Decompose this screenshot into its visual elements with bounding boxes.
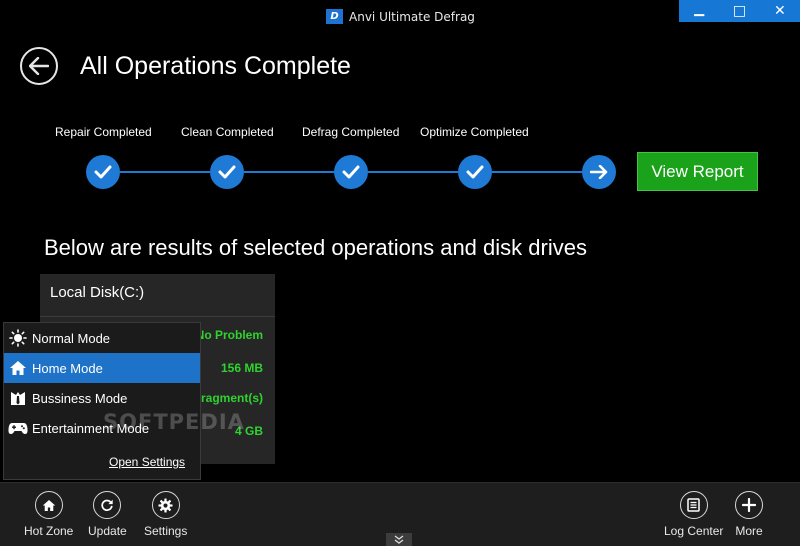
- step-label-clean: Clean Completed: [181, 125, 274, 139]
- settings-label: Settings: [144, 524, 188, 538]
- step-connector: [244, 171, 334, 173]
- step-connector: [492, 171, 582, 173]
- check-icon: [342, 165, 360, 179]
- home-icon: [34, 491, 63, 519]
- menu-item-label: Normal Mode: [32, 330, 111, 346]
- app-title: D Anvi Ultimate Defrag: [326, 9, 475, 24]
- divider: [40, 316, 275, 317]
- disk-result-value: fragment(s): [196, 391, 263, 405]
- log-icon: [679, 491, 708, 519]
- settings-button[interactable]: Settings: [144, 491, 187, 538]
- open-settings-link[interactable]: Open Settings: [109, 455, 185, 469]
- step-connector: [368, 171, 458, 173]
- refresh-icon: [93, 491, 122, 519]
- disk-result-value: 156 MB: [220, 361, 263, 375]
- hot-zone-button[interactable]: Hot Zone: [24, 491, 73, 538]
- log-center-label: Log Center: [664, 524, 724, 538]
- maximize-button[interactable]: □: [719, 0, 759, 22]
- mode-menu: Normal Mode Home Mode Bussiness Mode Ent…: [3, 322, 201, 480]
- disk-name: Local Disk(C:): [50, 284, 145, 301]
- menu-item-business-mode[interactable]: Bussiness Mode: [4, 383, 200, 413]
- close-button[interactable]: ✕: [760, 0, 800, 22]
- step-label-optimize: Optimize Completed: [420, 125, 529, 139]
- step-defrag-complete: [334, 155, 368, 189]
- page-title: All Operations Complete: [80, 52, 351, 80]
- sun-icon: [4, 329, 32, 347]
- log-center-button[interactable]: Log Center: [664, 491, 723, 538]
- step-label-repair: Repair Completed: [55, 125, 152, 139]
- step-next: [582, 155, 616, 189]
- gear-icon: [151, 491, 180, 519]
- plus-icon: [735, 491, 763, 519]
- minimize-button[interactable]: ▁: [679, 0, 719, 22]
- home-icon: [4, 360, 32, 376]
- chevron-double-down-icon: [394, 535, 404, 544]
- title-bar: D Anvi Ultimate Defrag ▁ □ ✕: [0, 0, 800, 34]
- check-icon: [218, 165, 236, 179]
- results-heading: Below are results of selected operations…: [44, 235, 587, 260]
- update-label: Update: [88, 524, 127, 538]
- more-button[interactable]: More: [735, 491, 763, 538]
- step-repair-complete: [86, 155, 120, 189]
- arrow-left-icon: [29, 57, 49, 75]
- hot-zone-label: Hot Zone: [24, 524, 74, 538]
- step-clean-complete: [210, 155, 244, 189]
- more-label: More: [735, 524, 763, 538]
- disk-result-value: No Problem: [195, 328, 263, 342]
- arrow-right-icon: [590, 165, 608, 179]
- app-title-text: Anvi Ultimate Defrag: [349, 9, 475, 24]
- back-button[interactable]: [20, 47, 58, 85]
- watermark: SOFTPEDIA: [103, 410, 245, 434]
- business-suit-icon: [4, 389, 32, 407]
- collapse-toggle[interactable]: [386, 533, 412, 546]
- menu-item-label: Home Mode: [32, 360, 103, 376]
- gamepad-icon: [4, 421, 32, 435]
- update-button[interactable]: Update: [88, 491, 127, 538]
- menu-item-home-mode[interactable]: Home Mode: [4, 353, 200, 383]
- check-icon: [466, 165, 484, 179]
- step-connector: [120, 171, 210, 173]
- menu-item-label: Bussiness Mode: [32, 390, 128, 406]
- step-label-defrag: Defrag Completed: [302, 125, 400, 139]
- menu-item-normal-mode[interactable]: Normal Mode: [4, 323, 200, 353]
- window-controls: ▁ □ ✕: [679, 0, 800, 22]
- view-report-button[interactable]: View Report: [637, 152, 758, 191]
- app-logo: D: [326, 9, 343, 24]
- check-icon: [94, 165, 112, 179]
- step-optimize-complete: [458, 155, 492, 189]
